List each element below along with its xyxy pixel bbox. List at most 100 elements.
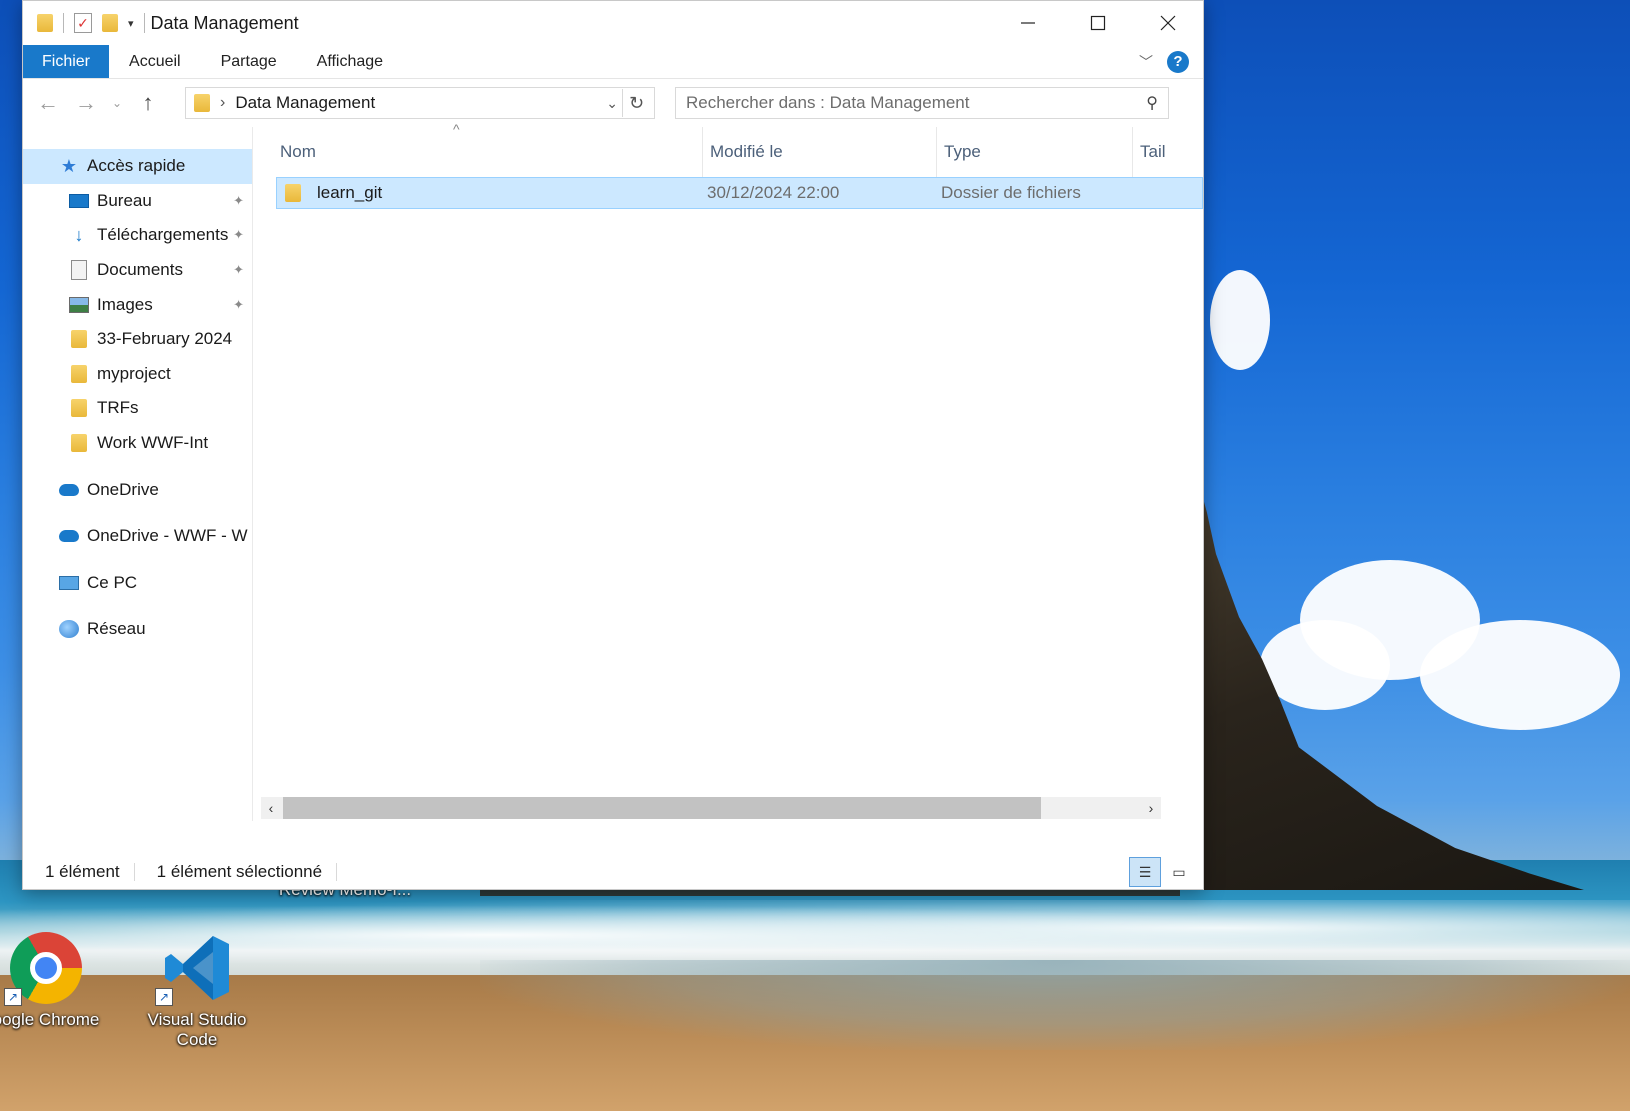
pin-icon[interactable]: ✦ xyxy=(233,193,244,209)
quick-access-toolbar: ✓ ▾ xyxy=(23,1,145,45)
cloud xyxy=(1420,620,1620,730)
column-header-modifie[interactable]: Modifié le xyxy=(703,127,937,177)
scroll-left-icon[interactable]: ‹ xyxy=(261,797,281,819)
customize-toolbar-icon[interactable]: ▾ xyxy=(128,17,134,30)
sidebar-item-onedrive[interactable]: OneDrive xyxy=(23,472,252,507)
large-icons-view-icon[interactable]: ▭ xyxy=(1163,857,1195,887)
sidebar-item-telechargements[interactable]: ↓ Téléchargements ✦ xyxy=(23,218,252,253)
sidebar-item-trfs[interactable]: TRFs xyxy=(23,391,252,426)
sidebar-item-label: 33-February 2024 xyxy=(97,329,233,349)
expand-ribbon-chevron-icon[interactable]: ﹀ xyxy=(1139,52,1153,72)
pin-icon[interactable]: ✦ xyxy=(233,227,244,243)
navigation-bar: ← → ⌄ ↑ › Data Management ⌄ ↻ Rechercher… xyxy=(23,79,1203,127)
scroll-thumb[interactable] xyxy=(283,797,1041,819)
separator xyxy=(63,13,64,33)
close-icon xyxy=(1160,15,1176,31)
desktop-icon-vscode[interactable]: ↗ Visual Studio Code xyxy=(132,932,262,1050)
search-input[interactable]: Rechercher dans : Data Management xyxy=(686,93,1146,113)
column-header-taille[interactable]: Tail xyxy=(1133,127,1183,177)
search-box[interactable]: Rechercher dans : Data Management ⚲ xyxy=(675,87,1169,119)
sidebar-item-ce-pc[interactable]: Ce PC xyxy=(23,566,252,601)
sidebar-item-work-wwf-int[interactable]: Work WWF-Int xyxy=(23,426,252,461)
folder-icon xyxy=(69,330,89,349)
navigation-pane[interactable]: ★ Accès rapide Bureau ✦ ↓ Téléchargement… xyxy=(23,127,253,821)
main-area: ★ Accès rapide Bureau ✦ ↓ Téléchargement… xyxy=(23,121,1203,821)
ribbon-right: ﹀ ? xyxy=(1139,45,1203,78)
window-title: Data Management xyxy=(150,12,299,33)
address-dropdown-icon[interactable]: ⌄ xyxy=(602,95,622,112)
sidebar-item-documents[interactable]: Documents ✦ xyxy=(23,253,252,288)
tab-accueil[interactable]: Accueil xyxy=(109,45,201,78)
back-button[interactable]: ← xyxy=(33,88,63,118)
sidebar-item-february-2024[interactable]: 33-February 2024 xyxy=(23,322,252,357)
file-name-cell: learn_git xyxy=(277,183,704,203)
window-controls xyxy=(993,1,1203,45)
sidebar-item-label: Documents xyxy=(97,260,183,280)
sidebar-item-label: Bureau xyxy=(97,190,152,210)
minimize-icon xyxy=(1021,22,1035,24)
sidebar-item-onedrive-wwf[interactable]: OneDrive - WWF - W xyxy=(23,519,252,554)
sidebar-item-myproject[interactable]: myproject xyxy=(23,357,252,392)
shortcut-arrow-icon: ↗ xyxy=(155,988,173,1006)
desktop-icon-label: oogle Chrome xyxy=(0,1010,100,1029)
desktop-icon-label: Visual Studio Code xyxy=(147,1010,247,1049)
sidebar-item-bureau[interactable]: Bureau ✦ xyxy=(23,184,252,219)
sidebar-item-quick-access[interactable]: ★ Accès rapide xyxy=(23,149,252,184)
breadcrumb[interactable]: Data Management xyxy=(235,93,602,113)
tab-fichier[interactable]: Fichier xyxy=(23,45,110,78)
up-button[interactable]: ↑ xyxy=(133,88,163,118)
search-icon[interactable]: ⚲ xyxy=(1146,93,1158,113)
column-header-nom[interactable]: Nom xyxy=(253,127,703,177)
sidebar-item-label: OneDrive - WWF - W xyxy=(87,526,248,546)
item-count: 1 élément xyxy=(45,862,120,881)
status-bar: 1 élément 1 élément sélectionné ☰ ▭ xyxy=(23,855,1203,889)
breadcrumb-chevron-icon[interactable]: › xyxy=(220,94,225,112)
file-type-cell: Dossier de fichiers xyxy=(941,183,1081,202)
refresh-icon[interactable]: ↻ xyxy=(622,89,650,117)
documents-icon xyxy=(69,260,89,281)
new-folder-icon[interactable] xyxy=(102,14,118,32)
images-icon xyxy=(69,296,89,314)
sidebar-item-label: Accès rapide xyxy=(87,156,186,176)
maximize-button[interactable] xyxy=(1063,1,1133,45)
tab-affichage[interactable]: Affichage xyxy=(297,45,403,78)
details-view-icon[interactable]: ☰ xyxy=(1129,857,1161,887)
sidebar-item-images[interactable]: Images ✦ xyxy=(23,287,252,322)
properties-icon[interactable]: ✓ xyxy=(74,13,92,33)
file-list-view[interactable]: ^ Nom Modifié le Type Tail learn_git 30/… xyxy=(253,121,1203,821)
title-bar[interactable]: ✓ ▾ Data Management xyxy=(23,1,1203,45)
sidebar-item-label: Réseau xyxy=(87,619,146,639)
selection-count: 1 élément sélectionné xyxy=(156,862,323,881)
forward-button[interactable]: → xyxy=(71,88,101,118)
scroll-track[interactable] xyxy=(281,797,1141,819)
scroll-right-icon[interactable]: › xyxy=(1141,797,1161,819)
chrome-icon: ↗ xyxy=(4,932,82,1006)
horizontal-scrollbar[interactable]: ‹ › xyxy=(261,797,1161,819)
network-icon xyxy=(59,620,79,639)
shortcut-arrow-icon: ↗ xyxy=(4,988,22,1006)
onedrive-icon xyxy=(59,481,79,499)
close-button[interactable] xyxy=(1133,1,1203,45)
pin-icon[interactable]: ✦ xyxy=(233,297,244,313)
folder-icon xyxy=(69,399,89,418)
tab-partage[interactable]: Partage xyxy=(201,45,297,78)
star-icon: ★ xyxy=(60,155,78,176)
sidebar-item-label: OneDrive xyxy=(87,479,159,499)
column-headers: ^ Nom Modifié le Type Tail xyxy=(253,121,1203,177)
maximize-icon xyxy=(1090,15,1106,31)
table-row[interactable]: learn_git 30/12/2024 22:00 Dossier de fi… xyxy=(276,177,1203,209)
minimize-button[interactable] xyxy=(993,1,1063,45)
recent-locations-chevron-icon[interactable]: ⌄ xyxy=(109,88,125,118)
pin-icon[interactable]: ✦ xyxy=(233,262,244,278)
sidebar-item-reseau[interactable]: Réseau xyxy=(23,612,252,647)
separator xyxy=(336,863,338,881)
desktop-icon-chrome[interactable]: ↗ oogle Chrome xyxy=(0,932,106,1030)
vscode-icon: ↗ xyxy=(155,932,233,1006)
help-icon[interactable]: ? xyxy=(1167,50,1189,73)
address-bar[interactable]: › Data Management ⌄ ↻ xyxy=(185,87,655,119)
separator xyxy=(143,13,145,33)
water-swash xyxy=(480,960,1630,1050)
sidebar-item-label: Images xyxy=(97,294,153,314)
column-header-type[interactable]: Type xyxy=(937,127,1133,177)
sidebar-item-label: Work WWF-Int xyxy=(97,433,209,453)
